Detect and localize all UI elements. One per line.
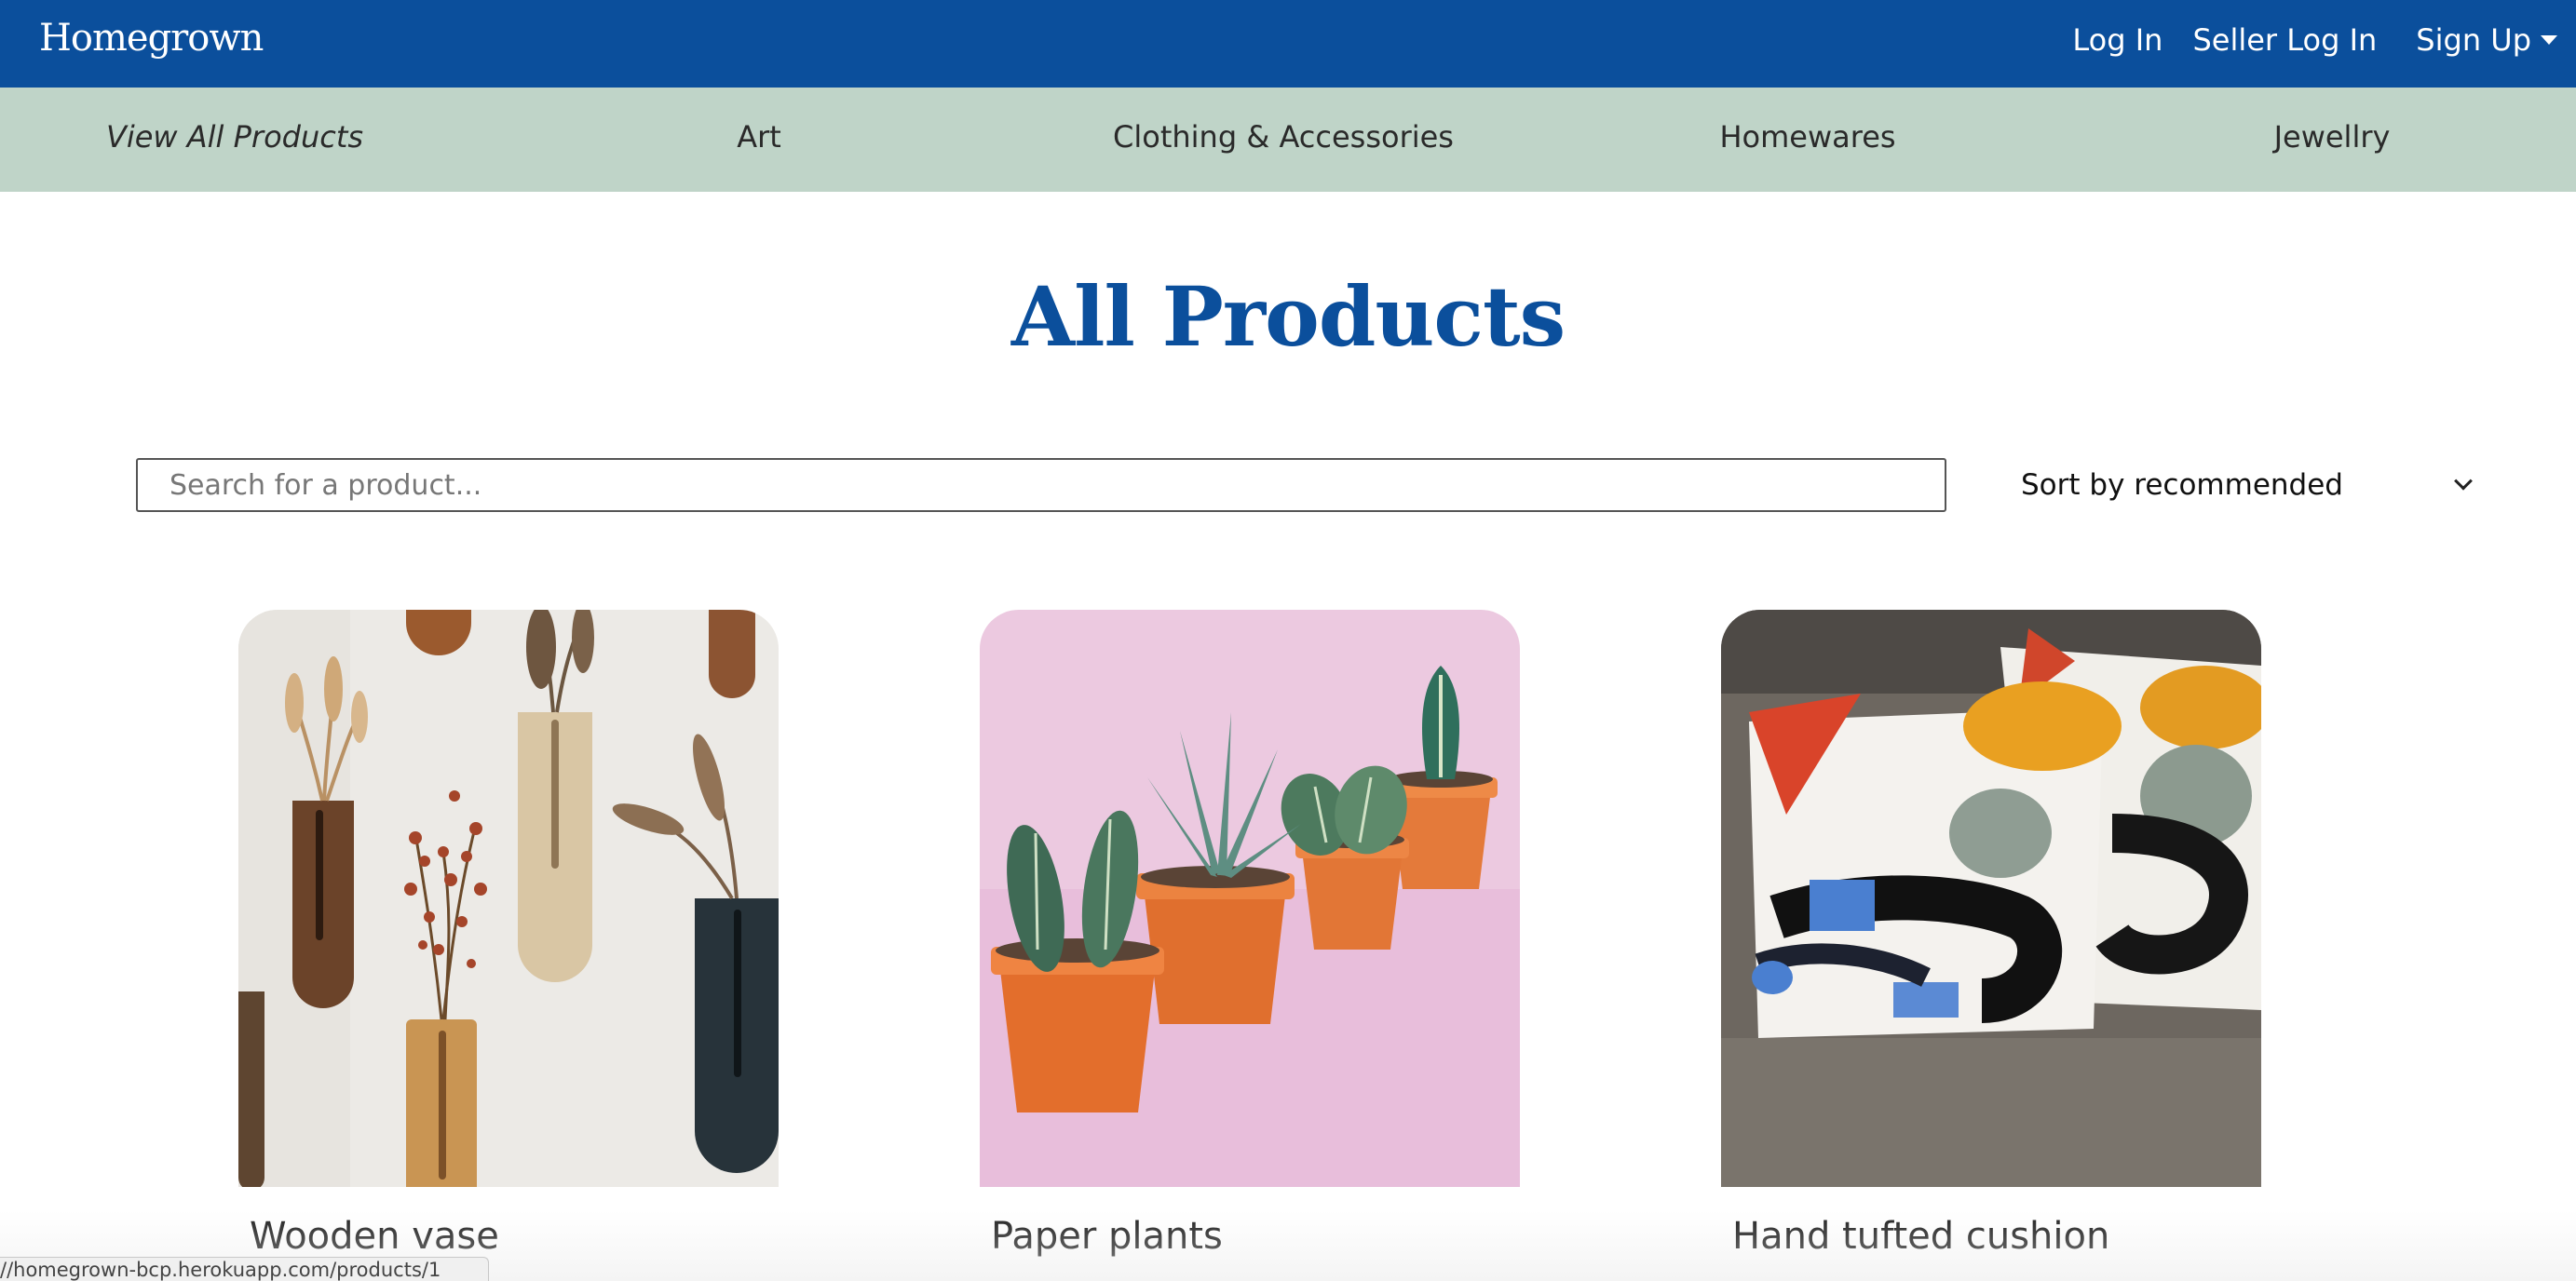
login-link[interactable]: Log In xyxy=(2072,22,2162,58)
product-image-tufted-cushion[interactable] xyxy=(1721,610,2261,1187)
signup-label: Sign Up xyxy=(2416,22,2531,58)
page-title: All Products xyxy=(1010,268,1566,365)
product-name[interactable]: Hand tufted cushion xyxy=(1732,1215,2261,1258)
brand-logo[interactable]: Homegrown xyxy=(39,17,264,60)
category-view-all[interactable]: View All Products xyxy=(106,119,363,155)
seller-login-link[interactable]: Seller Log In xyxy=(2192,22,2377,58)
product-card[interactable]: Wooden vase xyxy=(238,610,779,1258)
category-nav: View All Products Art Clothing & Accesso… xyxy=(0,88,2576,192)
sort-label: Sort by recommended xyxy=(2021,468,2343,502)
category-clothing-accessories[interactable]: Clothing & Accessories xyxy=(1113,119,1454,155)
search-input[interactable] xyxy=(136,458,1946,512)
product-card[interactable]: Paper plants xyxy=(980,610,1520,1258)
category-jewellry[interactable]: Jewellry xyxy=(2274,119,2391,155)
auth-links: Log In Seller Log In Sign Up xyxy=(2042,22,2557,58)
product-name[interactable]: Paper plants xyxy=(991,1215,1520,1258)
signup-dropdown[interactable]: Sign Up xyxy=(2416,22,2557,58)
category-homewares[interactable]: Homewares xyxy=(1719,119,1895,155)
product-card[interactable]: Hand tufted cushion xyxy=(1721,610,2261,1258)
status-bar-url: //homegrown-bcp.herokuapp.com/products/1 xyxy=(0,1257,489,1281)
chevron-down-icon xyxy=(2454,471,2473,491)
top-navbar: Homegrown Log In Seller Log In Sign Up xyxy=(0,0,2576,88)
product-name[interactable]: Wooden vase xyxy=(250,1215,779,1258)
product-image-wooden-vase[interactable] xyxy=(238,610,779,1187)
caret-down-icon xyxy=(2541,35,2557,45)
sort-select[interactable]: Sort by recommended xyxy=(2021,458,2477,512)
category-art[interactable]: Art xyxy=(737,119,781,155)
product-image-paper-plants[interactable] xyxy=(980,610,1520,1187)
